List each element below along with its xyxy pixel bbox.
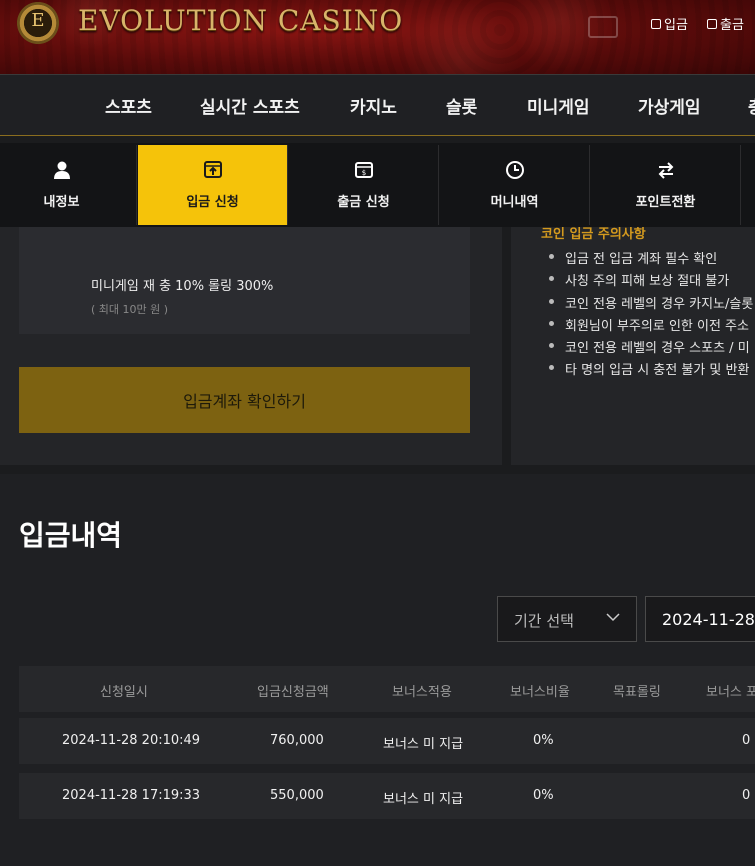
withdraw-link-label: 출금	[720, 18, 744, 33]
deposit-link-label: 입금	[664, 18, 688, 33]
row-bonus-rate: 0%	[533, 788, 554, 803]
row-bonus-applied: 보너스 미 지급	[383, 737, 464, 752]
promo-title: 미니게임 재 충 10% 롤링 300%	[91, 279, 274, 294]
tab-label: 출금 신청	[337, 195, 390, 210]
row-bonus-point: 0	[742, 733, 751, 748]
logo-letter: E	[31, 10, 45, 31]
deposit-history-section: 입금내역 기간 선택 신청일시 입금신청금액 보너스적용 보너스비율 목표롤링 …	[0, 474, 755, 866]
user-icon	[54, 161, 70, 179]
row-bonus-point: 0	[742, 788, 751, 803]
deposit-small-icon	[651, 18, 661, 29]
tab-point-exchange[interactable]: 포인트전환	[591, 145, 741, 225]
col-header: 입금신청금액	[257, 685, 329, 700]
deposit-panel: 미니게임 재 충 10% 롤링 300% ( 최대 10만 원 ) 입금계좌 확…	[0, 227, 502, 465]
row-date: 2024-11-28 20:10:49	[62, 733, 201, 748]
exchange-icon	[658, 162, 674, 179]
notice-item: 입금 전 입금 계좌 필수 확인	[547, 248, 753, 270]
date-start-input[interactable]	[645, 596, 755, 642]
tab-label: 포인트전환	[635, 195, 696, 210]
notice-panel: 코인 입금 주의사항 입금 전 입금 계좌 필수 확인 사칭 주의 피해 보상 …	[511, 227, 755, 465]
tab-deposit-request[interactable]: 입금 신청	[138, 145, 288, 225]
tab-label: 머니내역	[490, 195, 539, 210]
clock-icon	[506, 161, 524, 179]
notice-item: 회원님이 부주의로 인한 이전 주소	[547, 315, 753, 337]
promo-box: 미니게임 재 충 10% 롤링 300% ( 최대 10만 원 )	[19, 227, 470, 334]
main-nav: 스포츠 실시간 스포츠 카지노 슬롯 미니게임 가상게임 충	[0, 74, 755, 136]
promo-sub: ( 최대 10만 원 )	[91, 303, 169, 316]
tab-money-history[interactable]: 머니내역	[440, 145, 590, 225]
brand-logo-text[interactable]: EVOLUTION CASINO	[78, 4, 403, 37]
confirm-account-button[interactable]: 입금계좌 확인하기	[19, 367, 470, 433]
history-title: 입금내역	[19, 519, 123, 552]
col-header: 보너스 포	[706, 685, 755, 700]
notice-list: 입금 전 입금 계좌 필수 확인 사칭 주의 피해 보상 절대 불가 코인 전용…	[547, 248, 753, 382]
nav-item-minigame[interactable]: 미니게임	[527, 93, 590, 118]
mypage-subnav: 내정보 입금 신청 $ 출금 신청 머니내역 포인트전환	[0, 143, 755, 227]
chevron-down-icon	[606, 613, 620, 622]
row-bonus-applied: 보너스 미 지급	[383, 792, 464, 807]
table-row: 2024-11-28 17:19:33 550,000 보너스 미 지급 0% …	[19, 773, 755, 819]
row-amount: 760,000	[270, 733, 324, 748]
row-date: 2024-11-28 17:19:33	[62, 788, 201, 803]
notice-item: 사칭 주의 피해 보상 절대 불가	[547, 270, 753, 292]
period-select[interactable]: 기간 선택	[497, 596, 637, 642]
tab-withdraw-request[interactable]: $ 출금 신청	[289, 145, 439, 225]
row-amount: 550,000	[270, 788, 324, 803]
withdraw-link[interactable]: 출금	[707, 14, 744, 33]
period-select-label: 기간 선택	[514, 612, 574, 630]
row-bonus-rate: 0%	[533, 733, 554, 748]
nav-item-casino[interactable]: 카지노	[350, 93, 397, 118]
col-header: 신청일시	[100, 685, 148, 700]
tab-label: 입금 신청	[186, 195, 239, 210]
table-header: 신청일시 입금신청금액 보너스적용 보너스비율 목표롤링 보너스 포	[19, 666, 755, 712]
table-row: 2024-11-28 20:10:49 760,000 보너스 미 지급 0% …	[19, 718, 755, 764]
withdraw-small-icon	[707, 18, 717, 29]
deposit-icon	[204, 161, 222, 178]
col-header: 목표롤링	[613, 685, 661, 700]
withdraw-icon: $	[355, 162, 373, 178]
col-header: 보너스적용	[392, 685, 452, 700]
notice-item: 코인 전용 레벨의 경우 카지노/슬롯	[547, 293, 753, 315]
logo-emblem[interactable]: E	[12, 0, 64, 46]
nav-item-sports[interactable]: 스포츠	[105, 93, 152, 118]
col-header: 보너스비율	[510, 685, 570, 700]
site-header: E EVOLUTION CASINO 입금 출금	[0, 0, 755, 74]
deposit-link[interactable]: 입금	[651, 14, 688, 33]
wallet-icon	[588, 16, 618, 38]
notice-title: 코인 입금 주의사항	[541, 227, 646, 242]
nav-item-live-sports[interactable]: 실시간 스포츠	[200, 93, 300, 118]
nav-item-slot[interactable]: 슬롯	[446, 93, 477, 118]
tab-my-info[interactable]: 내정보	[0, 145, 137, 225]
nav-item-more[interactable]: 충	[748, 93, 755, 118]
notice-item: 코인 전용 레벨의 경우 스포츠 / 미	[547, 337, 753, 359]
tab-label: 내정보	[43, 195, 80, 210]
svg-text:$: $	[362, 169, 366, 177]
nav-item-virtual[interactable]: 가상게임	[638, 93, 701, 118]
notice-item: 타 명의 입금 시 충전 불가 및 반환	[547, 359, 753, 381]
